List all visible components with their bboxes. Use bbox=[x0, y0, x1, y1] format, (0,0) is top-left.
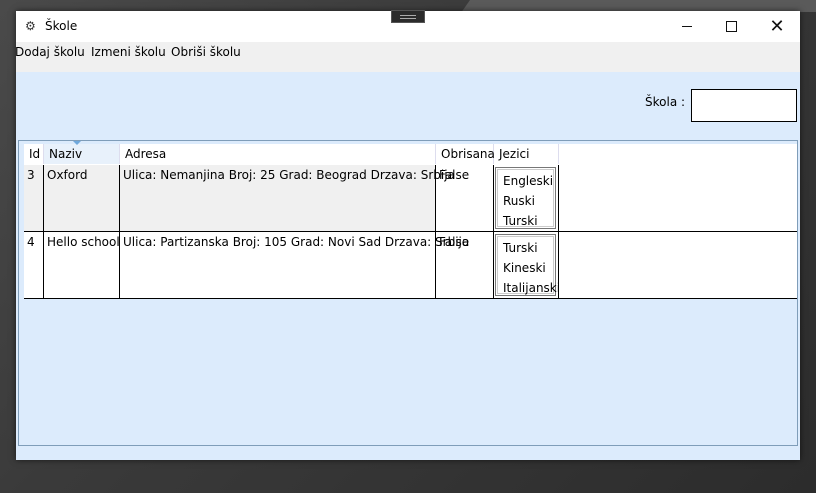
cell-adresa[interactable]: Ulica: Nemanjina Broj: 25 Grad: Beograd … bbox=[120, 165, 455, 231]
gear-icon: ⚙ bbox=[25, 19, 36, 33]
app-window: ⚙ Škole ✕ Dodaj školu Izmeni školu Obriš… bbox=[15, 11, 800, 460]
column-header-id[interactable]: Id bbox=[24, 144, 44, 164]
list-item[interactable]: Ruski bbox=[503, 194, 535, 208]
maximize-icon bbox=[725, 21, 737, 32]
cell-obrisana[interactable]: False bbox=[436, 165, 494, 231]
drag-handle-icon[interactable] bbox=[391, 10, 425, 23]
minimize-icon bbox=[682, 26, 692, 27]
column-header-naziv[interactable]: Naziv bbox=[44, 141, 120, 164]
table-row[interactable]: 4 Hello school Ulica: Partizanska Broj: … bbox=[24, 232, 797, 299]
column-header-jezici[interactable]: Jezici bbox=[494, 144, 559, 164]
menu-bar: Dodaj školu Izmeni školu Obriši školu bbox=[15, 42, 800, 72]
cell-id[interactable]: 4 bbox=[24, 232, 44, 298]
table-row[interactable]: 3 Oxford Ulica: Nemanjina Broj: 25 Grad:… bbox=[24, 165, 797, 232]
languages-list[interactable]: Turski Kineski Italijanski bbox=[495, 234, 560, 296]
menu-dodaj-skolu[interactable]: Dodaj školu bbox=[15, 45, 85, 59]
window-title: Škole bbox=[45, 19, 78, 33]
menu-obrisi-skolu[interactable]: Obriši školu bbox=[171, 45, 241, 59]
maximize-button[interactable] bbox=[708, 11, 754, 42]
cell-naziv[interactable]: Hello school bbox=[44, 232, 120, 298]
cell-jezici[interactable]: Engleski Ruski Turski bbox=[494, 165, 559, 231]
close-icon: ✕ bbox=[769, 15, 785, 37]
list-item[interactable]: Engleski bbox=[503, 174, 553, 188]
schools-table: Id Naziv Adresa Obrisana Jezici 3 Oxford… bbox=[18, 140, 798, 446]
minimize-button[interactable] bbox=[664, 11, 710, 42]
list-item[interactable]: Turski bbox=[503, 241, 538, 255]
cell-jezici[interactable]: Turski Kineski Italijanski bbox=[494, 232, 560, 298]
cell-obrisana[interactable]: False bbox=[436, 232, 494, 298]
column-header-obrisana[interactable]: Obrisana bbox=[436, 144, 495, 164]
sort-arrow-icon bbox=[73, 141, 81, 145]
cell-naziv[interactable]: Oxford bbox=[44, 165, 120, 231]
list-item[interactable]: Kineski bbox=[503, 261, 546, 275]
list-item[interactable]: Italijanski bbox=[503, 281, 560, 295]
column-header-adresa[interactable]: Adresa bbox=[120, 144, 436, 164]
close-button[interactable]: ✕ bbox=[754, 11, 800, 42]
search-input[interactable] bbox=[691, 89, 797, 122]
menu-izmeni-skolu[interactable]: Izmeni školu bbox=[91, 45, 166, 59]
cell-adresa[interactable]: Ulica: Partizanska Broj: 105 Grad: Novi … bbox=[120, 232, 469, 298]
languages-list[interactable]: Engleski Ruski Turski bbox=[495, 167, 556, 229]
search-label: Škola : bbox=[645, 95, 686, 109]
cell-id[interactable]: 3 bbox=[24, 165, 44, 231]
list-item[interactable]: Turski bbox=[503, 214, 538, 228]
column-header-naziv-label: Naziv bbox=[49, 147, 83, 161]
